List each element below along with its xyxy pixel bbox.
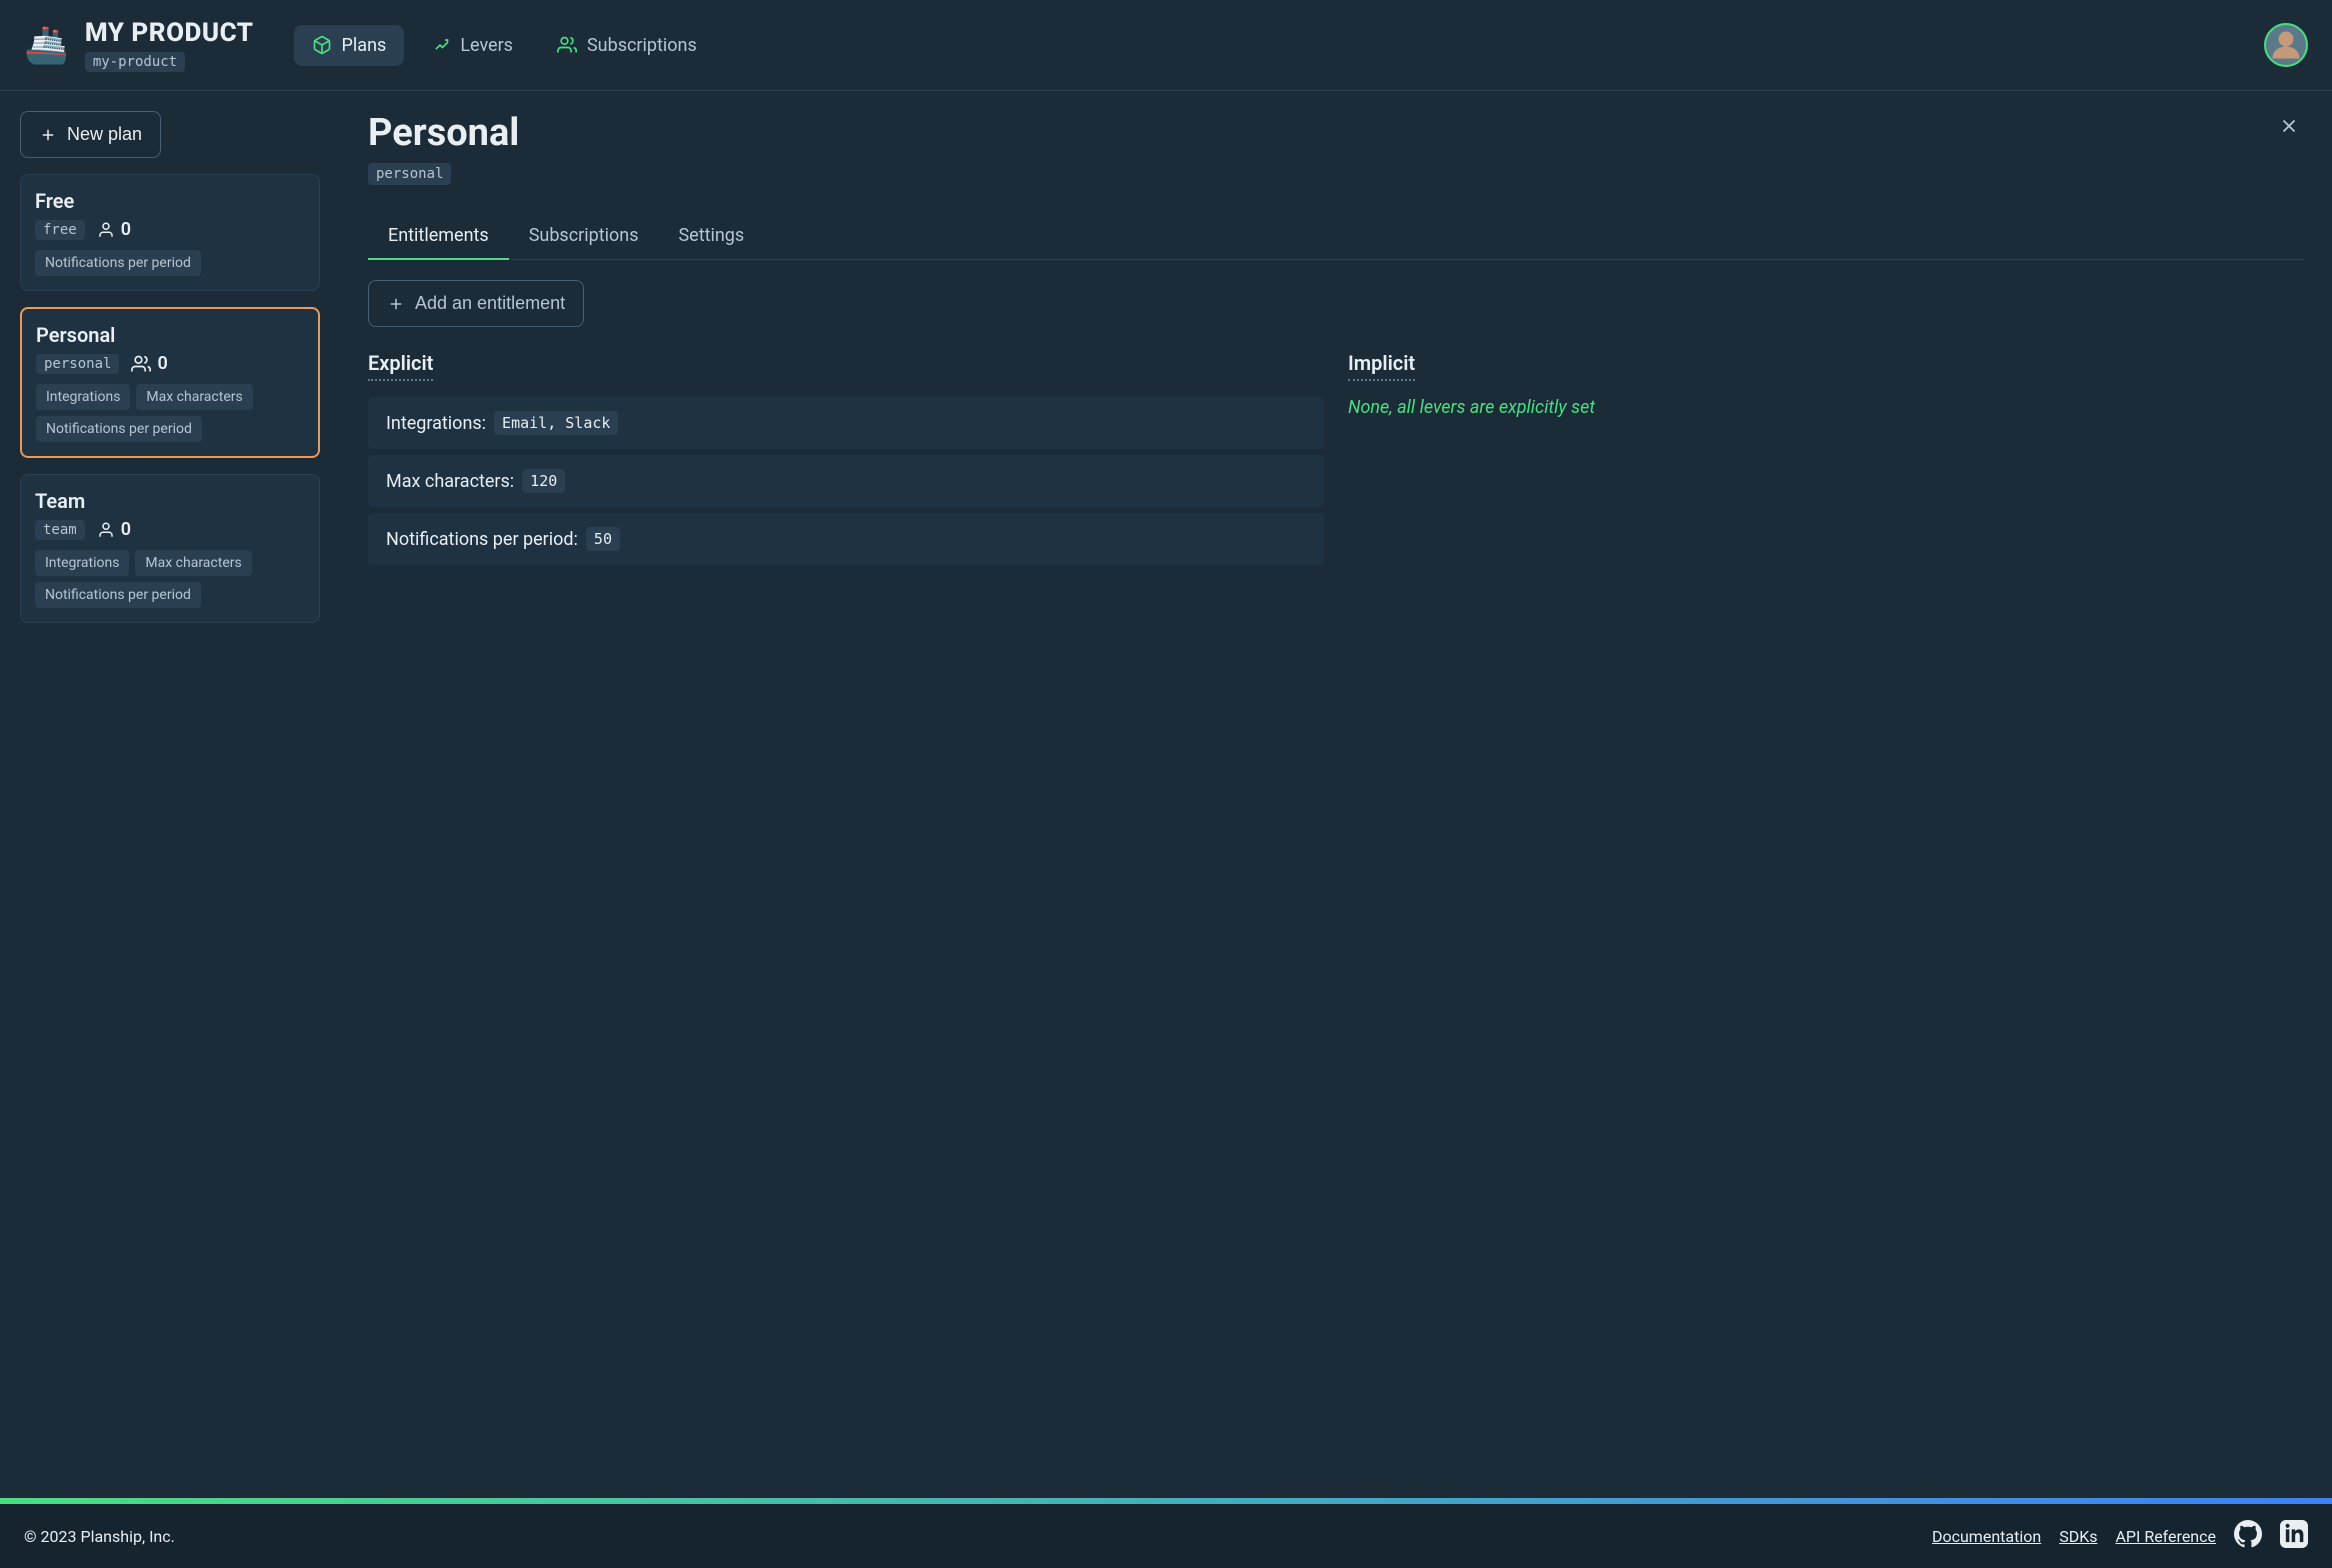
copyright: © 2023 Planship, Inc.	[24, 1527, 175, 1546]
logo-section: 🚢 MY PRODUCT my-product	[24, 18, 254, 72]
explicit-header: Explicit	[368, 351, 433, 381]
plan-meta: free 0	[35, 219, 305, 240]
nav: Plans Levers Subscriptions	[294, 25, 715, 66]
title-slug: personal	[368, 163, 451, 185]
tab-subscriptions[interactable]: Subscriptions	[509, 213, 659, 260]
plan-tag: Max characters	[136, 384, 252, 410]
nav-levers[interactable]: Levers	[412, 25, 531, 66]
plan-meta: personal 0	[36, 353, 304, 374]
plan-count: 0	[97, 219, 131, 240]
entitlement-label: Notifications per period:	[386, 529, 578, 550]
tab-content: Add an entitlement Explicit Integrations…	[368, 260, 2304, 571]
plan-count: 0	[131, 353, 167, 374]
sidebar: New plan Free free 0 Notifications per p…	[0, 91, 340, 1498]
github-icon[interactable]	[2234, 1520, 2262, 1552]
entitlement-value: 120	[522, 469, 565, 493]
main: New plan Free free 0 Notifications per p…	[0, 91, 2332, 1498]
user-icon	[97, 521, 115, 539]
plan-card-free[interactable]: Free free 0 Notifications per period	[20, 174, 320, 291]
plan-slug: team	[35, 520, 85, 540]
entitlement-value: 50	[586, 527, 620, 551]
header: 🚢 MY PRODUCT my-product Plans Levers Sub…	[0, 0, 2332, 91]
entitlement-label: Integrations:	[386, 413, 486, 434]
plan-tag: Max characters	[135, 550, 251, 576]
product-slug: my-product	[85, 52, 185, 72]
close-button[interactable]	[2274, 111, 2304, 145]
content: Personal personal Entitlements Subscript…	[340, 91, 2332, 1498]
plus-icon	[387, 295, 405, 313]
implicit-empty-text: None, all levers are explicitly set	[1348, 397, 2304, 418]
link-documentation[interactable]: Documentation	[1932, 1527, 2041, 1546]
plan-tags: Integrations Max characters Notification…	[36, 384, 304, 442]
add-entitlement-button[interactable]: Add an entitlement	[368, 280, 584, 327]
plan-tag: Notifications per period	[36, 416, 202, 442]
plus-icon	[39, 126, 57, 144]
plan-count: 0	[97, 519, 131, 540]
implicit-header: Implicit	[1348, 351, 1415, 381]
avatar-face-icon	[2268, 27, 2304, 63]
entitlement-value: Email, Slack	[494, 411, 618, 435]
plan-tag: Integrations	[35, 550, 129, 576]
user-icon	[97, 221, 115, 239]
avatar[interactable]	[2264, 23, 2308, 67]
product-name: MY PRODUCT	[85, 18, 254, 48]
tab-entitlements[interactable]: Entitlements	[368, 213, 509, 260]
entitlement-row[interactable]: Notifications per period: 50	[368, 513, 1324, 565]
plan-tag: Notifications per period	[35, 250, 201, 276]
explicit-column: Explicit Integrations: Email, Slack Max …	[368, 351, 1324, 571]
footer-links: Documentation SDKs API Reference	[1932, 1520, 2308, 1552]
entitlement-row[interactable]: Integrations: Email, Slack	[368, 397, 1324, 449]
plan-tag: Integrations	[36, 384, 130, 410]
link-api-reference[interactable]: API Reference	[2115, 1527, 2216, 1546]
plan-slug: free	[35, 220, 85, 240]
tabs: Entitlements Subscriptions Settings	[368, 213, 2304, 260]
logo-icon: 🚢	[24, 24, 69, 66]
plan-tags: Integrations Max characters Notification…	[35, 550, 305, 608]
new-plan-button[interactable]: New plan	[20, 111, 161, 158]
nav-label: Levers	[460, 35, 513, 56]
plan-tags: Notifications per period	[35, 250, 305, 276]
nav-label: Subscriptions	[587, 35, 697, 56]
page-title: Personal	[368, 111, 519, 155]
entitlement-row[interactable]: Max characters: 120	[368, 455, 1324, 507]
plan-slug: personal	[36, 354, 119, 374]
columns: Explicit Integrations: Email, Slack Max …	[368, 351, 2304, 571]
nav-subscriptions[interactable]: Subscriptions	[539, 25, 715, 66]
close-icon	[2278, 115, 2300, 137]
plan-card-personal[interactable]: Personal personal 0 Integrations Max cha…	[20, 307, 320, 458]
tab-settings[interactable]: Settings	[658, 213, 764, 260]
product-info: MY PRODUCT my-product	[85, 18, 254, 72]
linkedin-icon[interactable]	[2280, 1520, 2308, 1552]
entitlement-label: Max characters:	[386, 471, 514, 492]
content-header: Personal personal	[368, 111, 2304, 185]
plan-card-team[interactable]: Team team 0 Integrations Max characters …	[20, 474, 320, 623]
plan-meta: team 0	[35, 519, 305, 540]
box-icon	[312, 35, 332, 55]
nav-label: Plans	[342, 35, 387, 56]
new-plan-label: New plan	[67, 124, 142, 145]
plan-name: Free	[35, 189, 305, 213]
link-sdks[interactable]: SDKs	[2059, 1527, 2097, 1546]
nav-plans[interactable]: Plans	[294, 25, 405, 66]
implicit-column: Implicit None, all levers are explicitly…	[1348, 351, 2304, 571]
users-icon	[131, 354, 151, 374]
add-entitlement-label: Add an entitlement	[415, 293, 565, 314]
footer: © 2023 Planship, Inc. Documentation SDKs…	[0, 1504, 2332, 1568]
plan-tag: Notifications per period	[35, 582, 201, 608]
plan-name: Team	[35, 489, 305, 513]
trending-up-icon	[430, 35, 450, 55]
plan-name: Personal	[36, 323, 304, 347]
users-icon	[557, 35, 577, 55]
